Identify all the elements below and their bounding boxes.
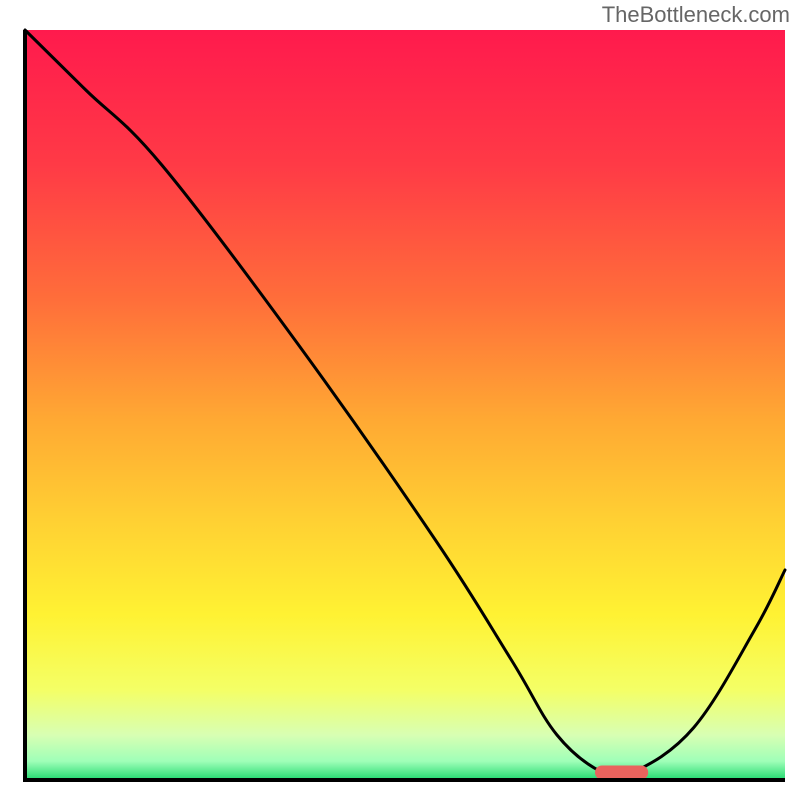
watermark-text: TheBottleneck.com	[602, 2, 790, 28]
chart-container: TheBottleneck.com	[0, 0, 800, 800]
bottleneck-curve-chart	[0, 0, 800, 800]
optimal-marker	[595, 766, 648, 780]
plot-background	[25, 30, 785, 780]
